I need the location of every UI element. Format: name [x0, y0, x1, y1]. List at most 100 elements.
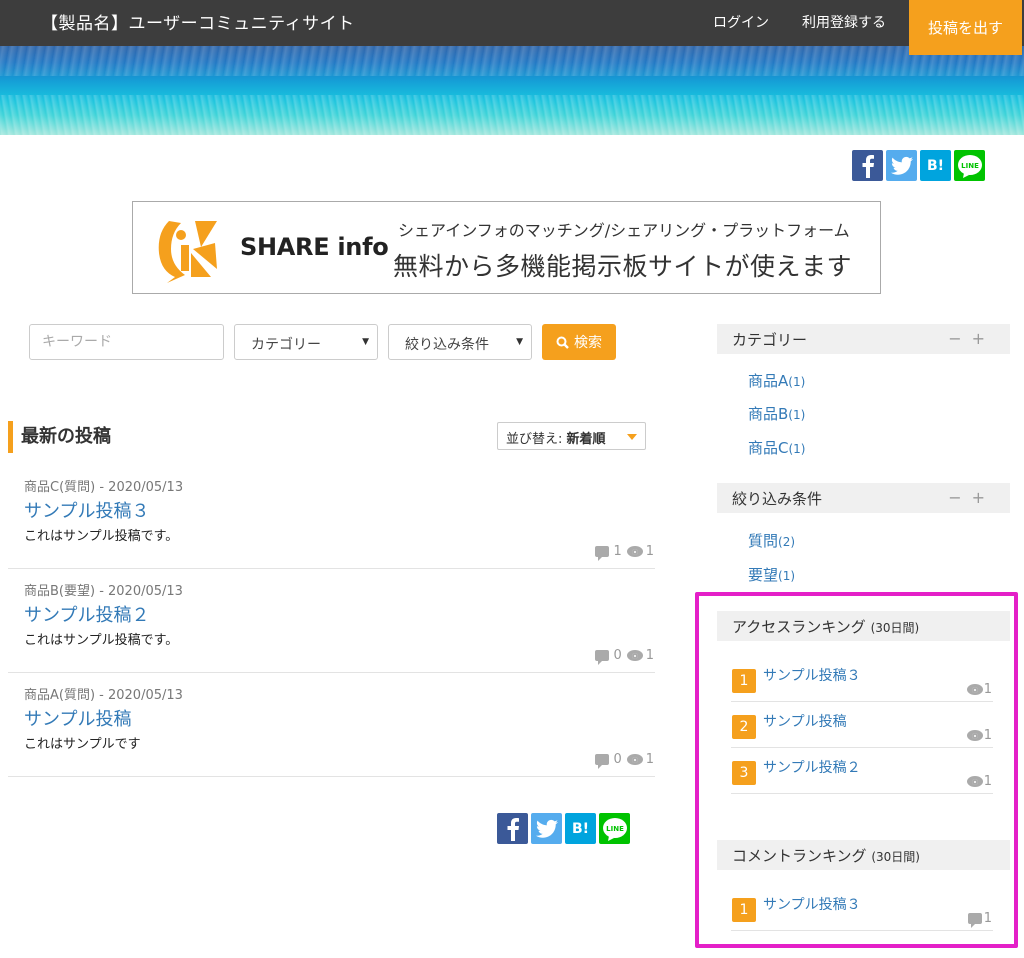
- view-count: 1: [983, 682, 992, 697]
- social-share-bottom: B! LINE: [497, 813, 630, 844]
- keyword-search-input[interactable]: [29, 324, 224, 360]
- eye-icon: [626, 546, 643, 557]
- ranking-item: 3 サンプル投稿２ 1: [731, 748, 993, 794]
- sort-value: 新着順: [566, 432, 606, 447]
- chevron-down-icon: ▼: [516, 337, 523, 347]
- comment-ranking-header: コメントランキング (30日間): [717, 840, 1010, 870]
- filter-count: (2): [778, 535, 796, 549]
- post-title-link[interactable]: サンプル投稿３: [24, 497, 149, 523]
- ranking-title-link[interactable]: サンプル投稿３: [763, 894, 861, 914]
- post-meta: 商品B(要望) - 2020/05/13: [24, 584, 183, 599]
- filter-label: 質問: [748, 532, 779, 550]
- post-item: 商品C(質問) - 2020/05/13 サンプル投稿３ これはサンプル投稿です…: [8, 465, 655, 569]
- hero-image: [0, 46, 1024, 135]
- minus-icon[interactable]: −: [948, 329, 971, 348]
- comment-ranking-title: コメントランキング: [732, 847, 867, 865]
- category-count: (1): [788, 442, 806, 456]
- post-excerpt: これはサンプル投稿です。: [24, 633, 179, 648]
- facebook-share-button[interactable]: [497, 813, 528, 844]
- plus-icon[interactable]: +: [972, 329, 995, 348]
- svg-text:LINE: LINE: [961, 162, 979, 170]
- sidebar-item-category[interactable]: 商品A(1): [748, 370, 805, 391]
- sidebar-item-filter[interactable]: 要望(1): [748, 564, 795, 585]
- hatena-bookmark-button[interactable]: B!: [920, 150, 951, 181]
- ranking-item: 1 サンプル投稿３ 1: [731, 885, 993, 931]
- view-count: 1: [645, 544, 654, 559]
- comment-icon: [595, 650, 610, 665]
- sort-label: 並び替え:: [506, 432, 563, 447]
- page: 【製品名】ユーザーコミュニティサイト ログイン 利用登録する 投稿を出す B! …: [0, 0, 1024, 958]
- sidebar-item-category[interactable]: 商品B(1): [748, 403, 805, 424]
- post-stats: 1 1: [595, 544, 654, 561]
- eye-icon: [966, 684, 983, 695]
- minus-icon[interactable]: −: [948, 488, 971, 507]
- rank-badge: 1: [732, 669, 756, 693]
- post-item: 商品B(要望) - 2020/05/13 サンプル投稿２ これはサンプル投稿です…: [8, 569, 655, 673]
- line-share-button[interactable]: LINE: [599, 813, 630, 844]
- filter-widget-title: 絞り込み条件: [732, 490, 823, 508]
- register-link[interactable]: 利用登録する: [802, 12, 886, 32]
- twitter-share-button[interactable]: [886, 150, 917, 181]
- filter-widget-header: 絞り込み条件 −+: [717, 483, 1010, 513]
- plus-icon[interactable]: +: [972, 488, 995, 507]
- category-count: (1): [788, 408, 806, 422]
- view-count: 1: [983, 774, 992, 789]
- line-share-button[interactable]: LINE: [954, 150, 985, 181]
- comment-count: 0: [613, 752, 622, 767]
- comment-icon: [595, 546, 610, 561]
- ranking-title-link[interactable]: サンプル投稿２: [763, 757, 861, 777]
- search-icon: [556, 336, 569, 349]
- sidebar-item-filter[interactable]: 質問(2): [748, 530, 795, 551]
- eye-icon: [626, 754, 643, 765]
- twitter-bird-icon: [890, 156, 913, 175]
- collapse-expand-controls[interactable]: −+: [948, 488, 995, 507]
- access-ranking-title: アクセスランキング: [732, 618, 866, 636]
- post-item: 商品A(質問) - 2020/05/13 サンプル投稿 これはサンプルです 0 …: [8, 673, 655, 777]
- view-count: 1: [645, 648, 654, 663]
- section-title: 最新の投稿: [8, 421, 111, 453]
- access-ranking-period: (30日間): [870, 621, 920, 635]
- facebook-share-button[interactable]: [852, 150, 883, 181]
- ranking-title-link[interactable]: サンプル投稿: [763, 711, 847, 731]
- post-stats: 0 1: [595, 648, 654, 665]
- category-count: (1): [788, 375, 806, 389]
- login-link[interactable]: ログイン: [713, 12, 769, 32]
- ranking-stat: 1: [967, 911, 992, 928]
- eye-icon: [966, 776, 983, 787]
- banner-subtitle: シェアインフォのマッチング/シェアリング・プラットフォーム: [398, 221, 850, 240]
- sort-select[interactable]: 並び替え: 新着順: [497, 422, 646, 450]
- comment-count: 1: [983, 911, 992, 926]
- post-title-link[interactable]: サンプル投稿: [24, 705, 131, 731]
- collapse-expand-controls[interactable]: −+: [948, 329, 995, 348]
- category-widget-header: カテゴリー −+: [717, 324, 1010, 354]
- category-label: 商品B: [748, 405, 789, 423]
- site-title[interactable]: 【製品名】ユーザーコミュニティサイト: [41, 9, 355, 34]
- filter-select[interactable]: 絞り込み条件 ▼: [388, 324, 532, 360]
- caret-down-icon: [627, 434, 637, 440]
- sidebar-item-category[interactable]: 商品C(1): [748, 437, 805, 458]
- post-button[interactable]: 投稿を出す: [909, 0, 1022, 55]
- eye-icon: [966, 730, 983, 741]
- twitter-bird-icon: [535, 819, 558, 838]
- category-label: 商品C: [748, 439, 789, 457]
- shareinfo-banner[interactable]: SHARE info シェアインフォのマッチング/シェアリング・プラットフォーム…: [132, 201, 881, 294]
- filter-count: (1): [778, 569, 796, 583]
- post-meta: 商品A(質問) - 2020/05/13: [24, 688, 183, 703]
- post-stats: 0 1: [595, 752, 654, 769]
- hatena-bookmark-button[interactable]: B!: [565, 813, 596, 844]
- category-label: 商品A: [748, 372, 789, 390]
- rank-badge: 2: [732, 715, 756, 739]
- post-title-link[interactable]: サンプル投稿２: [24, 601, 149, 627]
- ranking-item: 2 サンプル投稿 1: [731, 702, 993, 748]
- view-count: 1: [645, 752, 654, 767]
- ranking-title-link[interactable]: サンプル投稿３: [763, 665, 861, 685]
- top-navbar: 【製品名】ユーザーコミュニティサイト ログイン 利用登録する: [0, 0, 1024, 46]
- comment-icon: [967, 913, 982, 928]
- twitter-share-button[interactable]: [531, 813, 562, 844]
- shareinfo-logo-icon: [158, 221, 217, 283]
- rank-badge: 1: [732, 898, 756, 922]
- svg-text:LINE: LINE: [606, 825, 624, 833]
- search-button[interactable]: 検索: [542, 324, 616, 360]
- post-excerpt: これはサンプルです: [24, 737, 141, 752]
- category-select[interactable]: カテゴリー ▼: [234, 324, 378, 360]
